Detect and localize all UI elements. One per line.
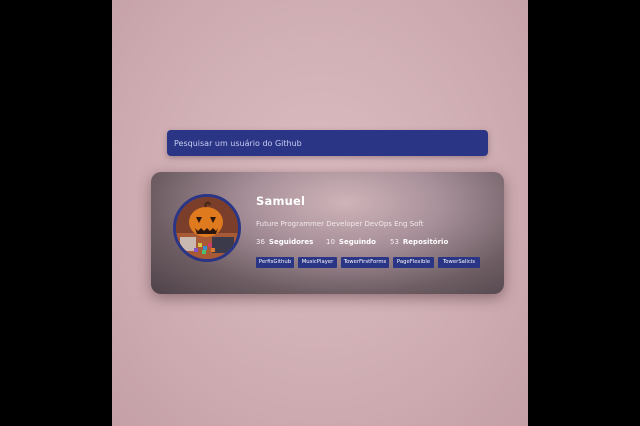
repo-link[interactable]: PageFlexible: [393, 257, 434, 268]
followers-label: Seguidores: [268, 238, 314, 246]
profile-bio: Future Programmer Developer DevOps Eng S…: [256, 220, 424, 228]
followers-count: 36: [256, 238, 265, 246]
repos-count: 53: [390, 238, 399, 246]
repos-stat: 53 Repositório: [390, 238, 448, 246]
following-stat: 10 Seguindo: [326, 238, 376, 246]
profile-name: Samuel: [256, 194, 306, 208]
repo-link[interactable]: TowerFirstForms: [341, 257, 389, 268]
pumpkin-head-avatar-icon: [176, 197, 238, 259]
followers-stat: 36 Seguidores: [256, 238, 313, 246]
avatar: [173, 194, 241, 262]
search-input[interactable]: [174, 138, 481, 148]
following-label: Seguindo: [338, 238, 376, 246]
profile-card: Samuel Future Programmer Developer DevOp…: [151, 172, 504, 294]
repos-label: Repositório: [402, 238, 449, 246]
repo-link[interactable]: PerfisGithub: [256, 257, 294, 268]
search-bar[interactable]: [167, 130, 488, 156]
repo-link[interactable]: MusicPlayer: [298, 257, 337, 268]
page: Samuel Future Programmer Developer DevOp…: [112, 0, 528, 426]
repo-link[interactable]: TowerSalicis: [438, 257, 480, 268]
following-count: 10: [326, 238, 335, 246]
